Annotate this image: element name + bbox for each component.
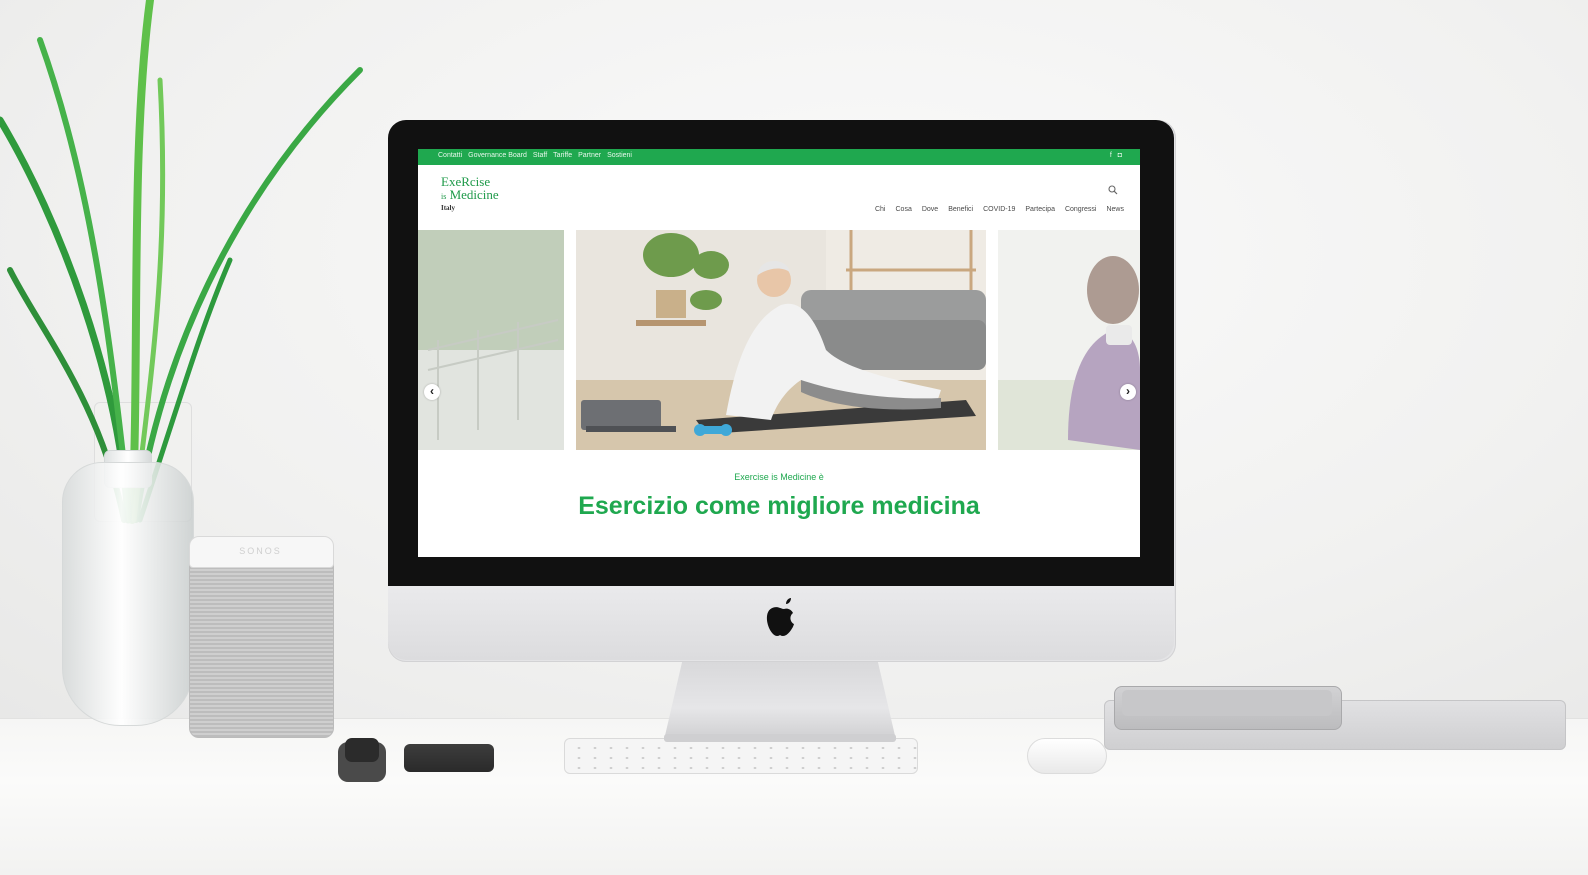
mouse (1027, 738, 1107, 774)
monitor-stand-foot (664, 734, 896, 742)
speaker-logo: SONOS (239, 546, 282, 556)
slide-image-previous[interactable] (418, 230, 564, 450)
site-logo[interactable]: ExeRcise is Medicine Italy (441, 175, 531, 213)
monitor-stand (664, 660, 896, 740)
search-icon[interactable] (1108, 185, 1118, 195)
nav-item-partecipa[interactable]: Partecipa (1025, 206, 1055, 213)
glass-vase (62, 462, 194, 726)
logo-is: is (441, 192, 447, 201)
utility-link[interactable]: Sostieni (607, 152, 632, 159)
nav-item-dove[interactable]: Dove (922, 206, 938, 213)
hero-slider: ‹ › (418, 230, 1140, 450)
utility-links: Contatti Governance Board Staff Tariffe … (438, 152, 632, 159)
logo-medicine: Medicine (449, 187, 499, 202)
slider-prev-button[interactable]: ‹ (424, 384, 440, 400)
nav-item-benefici[interactable]: Benefici (948, 206, 973, 213)
utility-link[interactable]: Staff (533, 152, 547, 159)
slide-image-active[interactable] (576, 230, 986, 450)
hero-kicker: Exercise is Medicine è (734, 472, 824, 482)
facebook-icon[interactable]: f (1110, 152, 1112, 159)
logo-country: Italy (441, 204, 455, 212)
nav-item-covid[interactable]: COVID-19 (983, 206, 1015, 213)
smartphone (404, 744, 494, 772)
social-links: f ◘ (1110, 152, 1122, 159)
nav-item-chi[interactable]: Chi (875, 206, 886, 213)
utility-link[interactable]: Governance Board (468, 152, 527, 159)
instagram-icon[interactable]: ◘ (1118, 152, 1122, 159)
slide-image-next[interactable] (998, 230, 1140, 450)
hero-headline: Esercizio come migliore medicina (578, 492, 980, 520)
utility-link[interactable]: Tariffe (553, 152, 572, 159)
logo-wordmark-middle: is Medicine (441, 188, 531, 203)
utility-bar: Contatti Governance Board Staff Tariffe … (418, 149, 1140, 165)
nav-item-news[interactable]: News (1106, 206, 1124, 213)
main-navigation: Chi Cosa Dove Benefici COVID-19 Partecip… (875, 206, 1124, 213)
speaker-body (189, 540, 334, 738)
nav-item-cosa[interactable]: Cosa (896, 206, 912, 213)
website-screen: Contatti Governance Board Staff Tariffe … (418, 149, 1140, 557)
utility-link[interactable]: Contatti (438, 152, 462, 159)
smartwatch-face (345, 738, 379, 762)
slider-next-button[interactable]: › (1120, 384, 1136, 400)
tablet-screen (1122, 690, 1332, 716)
nav-item-congressi[interactable]: Congressi (1065, 206, 1097, 213)
utility-link[interactable]: Partner (578, 152, 601, 159)
keyboard (564, 738, 918, 774)
apple-logo-icon (766, 598, 794, 636)
